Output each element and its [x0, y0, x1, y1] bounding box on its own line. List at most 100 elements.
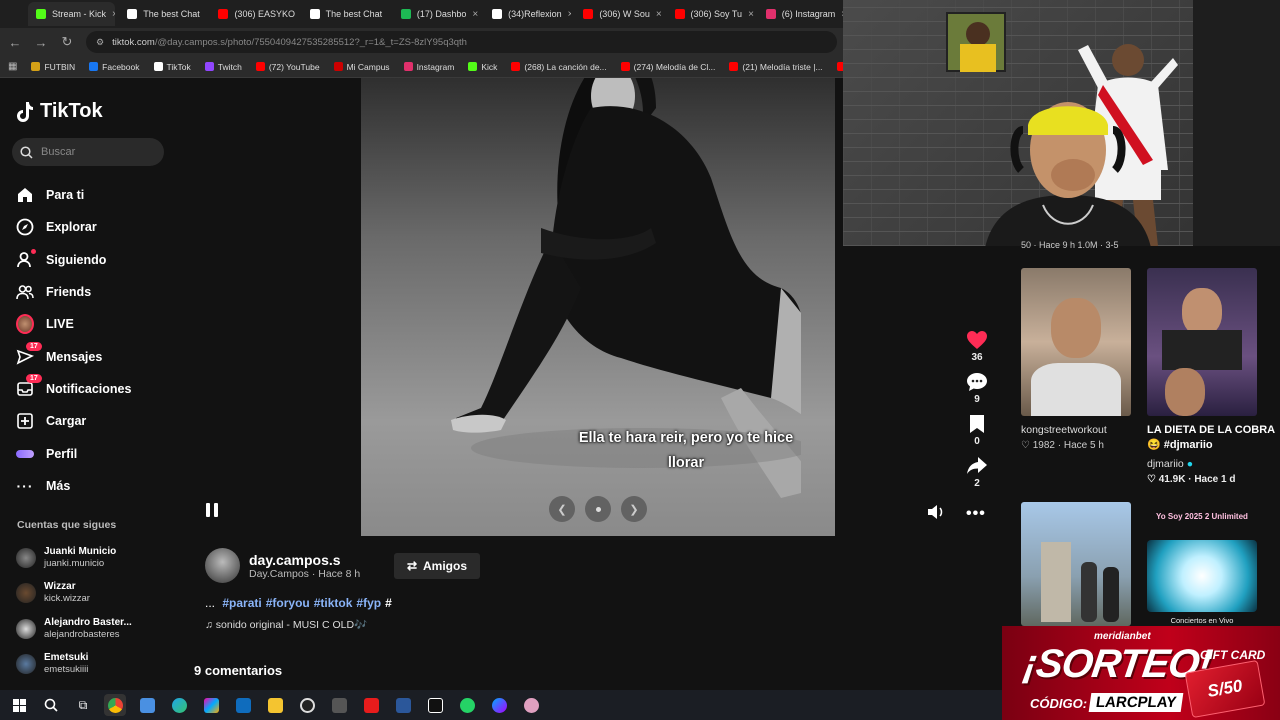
- reload-icon[interactable]: ↻: [60, 34, 74, 50]
- rec-1-name[interactable]: kongstreetworkout: [1021, 424, 1107, 436]
- like-button[interactable]: 36: [966, 330, 988, 363]
- following-account[interactable]: Alejandro Baster... alejandrobasteres: [16, 611, 181, 647]
- rec-2-name-row[interactable]: djmariio ●: [1147, 458, 1193, 470]
- volume-icon[interactable]: [927, 504, 945, 520]
- more-options-icon[interactable]: •••: [966, 505, 986, 523]
- author-avatar[interactable]: [205, 548, 240, 583]
- close-tab-icon[interactable]: ×: [112, 9, 115, 20]
- close-tab-icon[interactable]: ×: [472, 9, 478, 20]
- comment-button[interactable]: 9: [966, 372, 988, 405]
- sidebar-item-m-s[interactable]: ··· Más: [16, 470, 181, 502]
- bookmark-item[interactable]: Facebook: [89, 62, 140, 72]
- windows-start-icon[interactable]: [8, 694, 30, 716]
- tiktok-logo[interactable]: TikTok: [16, 100, 103, 123]
- search-input[interactable]: Buscar: [12, 138, 164, 166]
- rec-thumb-2[interactable]: [1147, 268, 1257, 416]
- hashtag-link[interactable]: #parati: [222, 596, 261, 610]
- back-icon[interactable]: ←: [8, 35, 22, 50]
- browser-tab[interactable]: (34)Reflexion ×: [484, 2, 571, 26]
- bookmark-favicon-icon: [204, 62, 214, 71]
- following-account[interactable]: Wizzar kick.wizzar: [16, 576, 181, 612]
- photo-post-viewer[interactable]: Ella te hara reir, pero yo te hice llora…: [361, 78, 835, 536]
- sidebar-item-siguiendo[interactable]: Siguiendo: [16, 244, 181, 276]
- author-username[interactable]: day.campos.s: [249, 552, 360, 568]
- share-button[interactable]: 2: [966, 456, 988, 489]
- close-tab-icon[interactable]: ×: [748, 9, 754, 20]
- sidebar-item-live[interactable]: LIVE: [16, 308, 181, 340]
- bookmark-item[interactable]: Instagram: [403, 62, 454, 72]
- bookmark-item[interactable]: (21) Melodía triste |...: [729, 62, 823, 72]
- bookmark-item[interactable]: Twitch: [204, 62, 242, 72]
- taskbar-search-icon[interactable]: [40, 694, 62, 716]
- hashtag-link[interactable]: #tiktok: [314, 596, 353, 610]
- browser-tab[interactable]: The best Chat ×: [119, 2, 206, 26]
- hashtag-link[interactable]: #fyp: [356, 596, 381, 610]
- sponsor-brand: meridianbet: [1094, 631, 1151, 642]
- browser-tab[interactable]: Stream - Kick ×: [28, 2, 116, 26]
- task-view-icon[interactable]: ⧉: [72, 694, 94, 716]
- close-tab-icon[interactable]: ×: [568, 9, 572, 20]
- browser-tab[interactable]: (17) Dashbo ×: [393, 2, 480, 26]
- rec-thumb-3[interactable]: [1021, 502, 1131, 626]
- following-account[interactable]: Emetsuki emetsukiiii: [16, 647, 181, 683]
- obs-icon[interactable]: [296, 694, 318, 716]
- site-info-icon[interactable]: ⚙: [96, 37, 104, 48]
- sidebar-item-friends[interactable]: Friends: [16, 276, 181, 308]
- next-photo-button[interactable]: ❯: [621, 496, 647, 522]
- rec-thumb-4[interactable]: Yo Soy 2025 2 Unlimited Conciertos en Vi…: [1147, 502, 1257, 626]
- close-tab-icon[interactable]: ×: [656, 9, 662, 20]
- sidebar-item-explorar[interactable]: Explorar: [16, 211, 181, 243]
- tab-label: (34)Reflexion: [508, 9, 562, 19]
- sidebar-item-notificaciones[interactable]: 17 Notificaciones: [16, 373, 181, 405]
- post-music[interactable]: ♫ sonido original - MUSI C OLD🎶: [205, 618, 367, 631]
- bookmark-item[interactable]: (274) Melodía de Cl...: [620, 62, 715, 72]
- hashtag-link[interactable]: #foryou: [266, 596, 310, 610]
- capcut-icon[interactable]: [424, 694, 446, 716]
- rec-2-title[interactable]: LA DIETA DE LA COBRA 😆 #djmariio: [1147, 423, 1275, 453]
- bookmark-item[interactable]: (268) La canción de...: [511, 62, 607, 72]
- friends-button[interactable]: ⇄ Amigos: [394, 553, 480, 579]
- save-button[interactable]: 0: [969, 414, 985, 447]
- hashtag-link[interactable]: #: [385, 596, 392, 610]
- sidebar-item-label: Más: [46, 478, 71, 493]
- bookmark-item[interactable]: (72) YouTube: [255, 62, 320, 72]
- sidebar-item-perfil[interactable]: Perfil: [16, 437, 181, 469]
- bookmark-item[interactable]: Mi Campus: [333, 62, 390, 72]
- app-pink-icon[interactable]: [520, 694, 542, 716]
- outlook-icon[interactable]: [232, 694, 254, 716]
- sidebar-item-cargar[interactable]: Cargar: [16, 405, 181, 437]
- pause-button[interactable]: [206, 503, 220, 519]
- tab-label: Stream - Kick: [52, 9, 107, 19]
- url-field[interactable]: ⚙ tiktok.com/@day.campos.s/photo/7550409…: [86, 31, 837, 53]
- post-author[interactable]: day.campos.s Day.Campos · Hace 8 h: [205, 548, 360, 583]
- messenger-icon[interactable]: [488, 694, 510, 716]
- browser-tab[interactable]: The best Chat ×: [302, 2, 389, 26]
- bookmark-item[interactable]: Kick: [468, 62, 497, 72]
- copilot-icon[interactable]: [200, 694, 222, 716]
- browser-tab[interactable]: (6) Instagram×: [758, 2, 845, 26]
- word-icon[interactable]: [392, 694, 414, 716]
- discord-icon[interactable]: [328, 694, 350, 716]
- browser-tab[interactable]: (306) EASYKO×: [210, 2, 297, 26]
- app-red-icon[interactable]: [360, 694, 382, 716]
- chrome-icon[interactable]: [104, 694, 126, 716]
- prev-photo-button[interactable]: ❮: [549, 496, 575, 522]
- rec-thumb-1[interactable]: [1021, 268, 1131, 416]
- store-icon[interactable]: [136, 694, 158, 716]
- sidebar-item-mensajes[interactable]: 17 Mensajes: [16, 340, 181, 372]
- bookmark-item[interactable]: FUTBIN: [31, 62, 75, 72]
- whatsapp-icon[interactable]: [456, 694, 478, 716]
- following-account[interactable]: Juanki Municio juanki.municio: [16, 540, 181, 576]
- post-description: ... #parati #foryou #tiktok #fyp #: [205, 596, 392, 610]
- browser-tab[interactable]: (306) Soy Tu ×: [667, 2, 754, 26]
- edge-icon[interactable]: [168, 694, 190, 716]
- close-tab-icon[interactable]: ×: [388, 9, 389, 20]
- forward-icon[interactable]: →: [34, 35, 48, 50]
- file-explorer-icon[interactable]: [264, 694, 286, 716]
- photo-indicator[interactable]: [585, 496, 611, 522]
- browser-tab[interactable]: (306) W Sou ×: [575, 2, 662, 26]
- close-tab-icon[interactable]: ×: [206, 9, 207, 20]
- sidebar-item-para-ti[interactable]: Para ti: [16, 179, 181, 211]
- apps-grid-icon[interactable]: ▦: [8, 61, 17, 72]
- bookmark-item[interactable]: TikTok: [153, 62, 191, 72]
